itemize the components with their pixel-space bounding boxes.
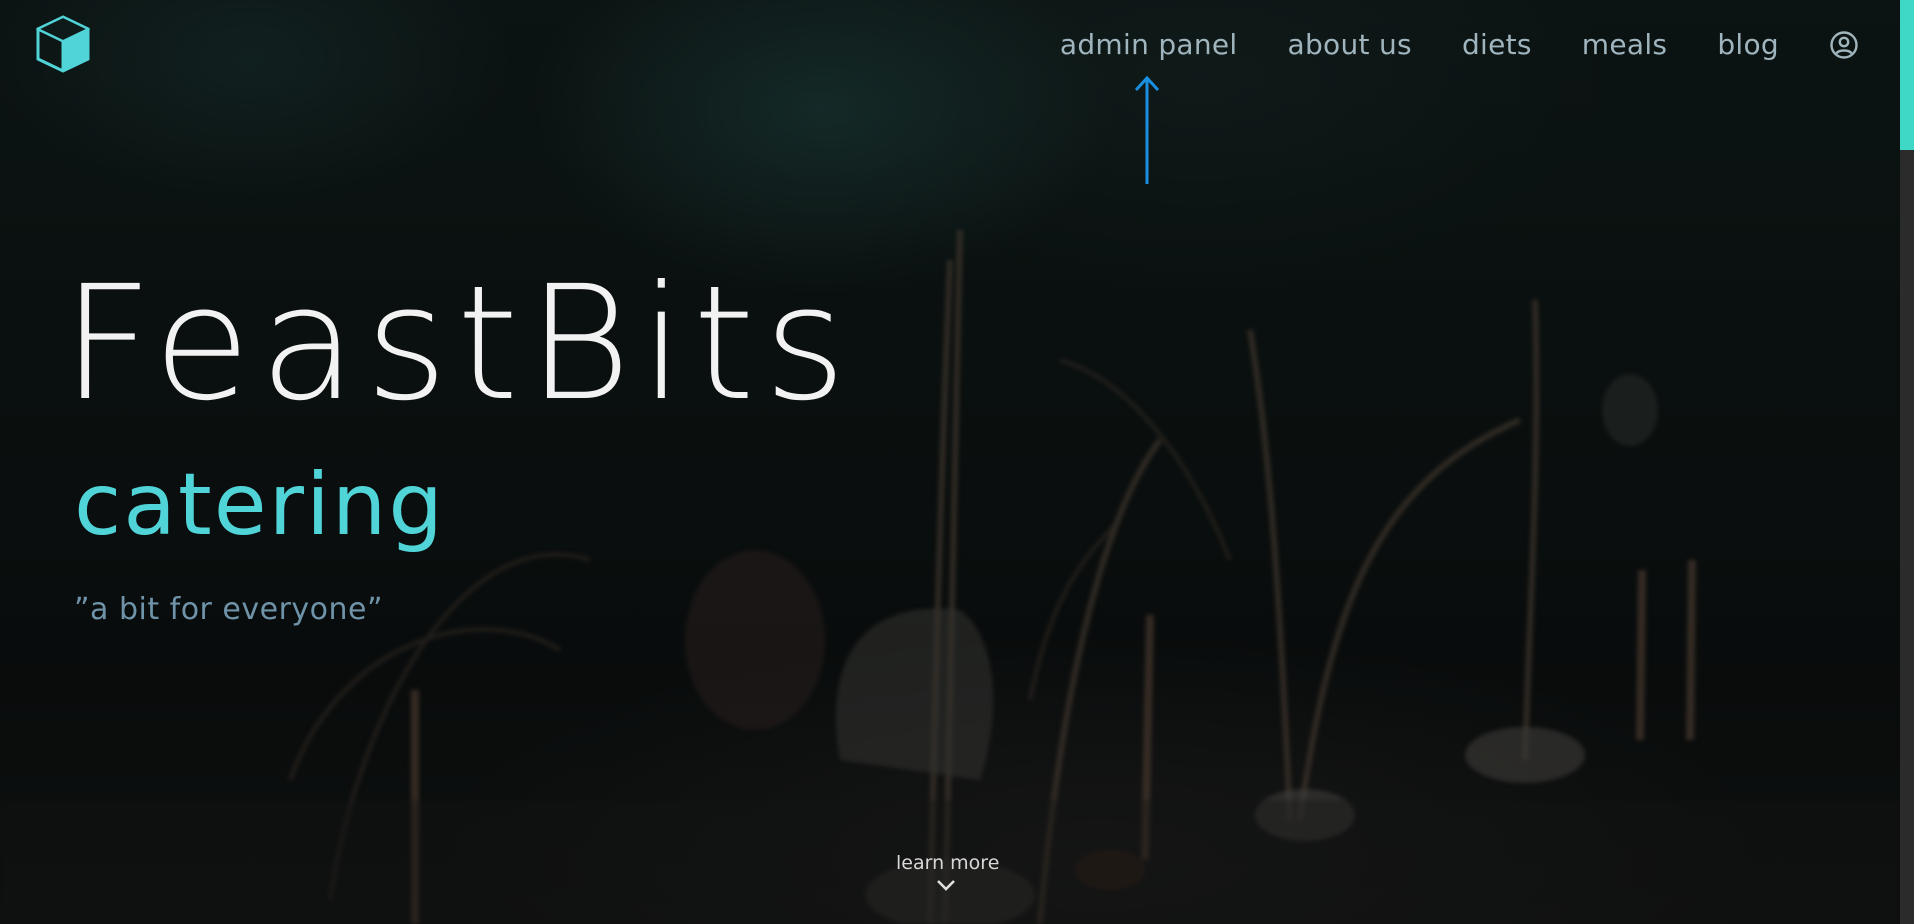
nav-item-meals[interactable]: meals xyxy=(1582,25,1668,65)
scrollbar-thumb[interactable] xyxy=(1900,0,1914,150)
chevron-down-icon xyxy=(937,880,955,891)
page-scrollbar[interactable] xyxy=(1900,0,1914,924)
learn-more-button[interactable]: learn more xyxy=(896,851,1000,893)
hero-subtitle: catering xyxy=(74,455,445,555)
user-circle-icon[interactable] xyxy=(1829,30,1859,60)
nav-item-admin-panel[interactable]: admin panel xyxy=(1060,25,1238,65)
arrow-up-icon xyxy=(1134,75,1160,184)
nav-item-about-us[interactable]: about us xyxy=(1288,25,1412,65)
hero-title: FeastBits xyxy=(62,252,856,436)
learn-more-label: learn more xyxy=(896,852,1000,874)
hero-tagline: ”a bit for everyone” xyxy=(74,592,384,627)
cube-icon[interactable] xyxy=(32,13,94,75)
main-nav: admin panel about us diets meals blog xyxy=(1010,25,1859,65)
page: admin panel about us diets meals blog Fe… xyxy=(0,0,1914,924)
nav-item-blog[interactable]: blog xyxy=(1717,25,1779,65)
nav-item-diets[interactable]: diets xyxy=(1462,25,1532,65)
